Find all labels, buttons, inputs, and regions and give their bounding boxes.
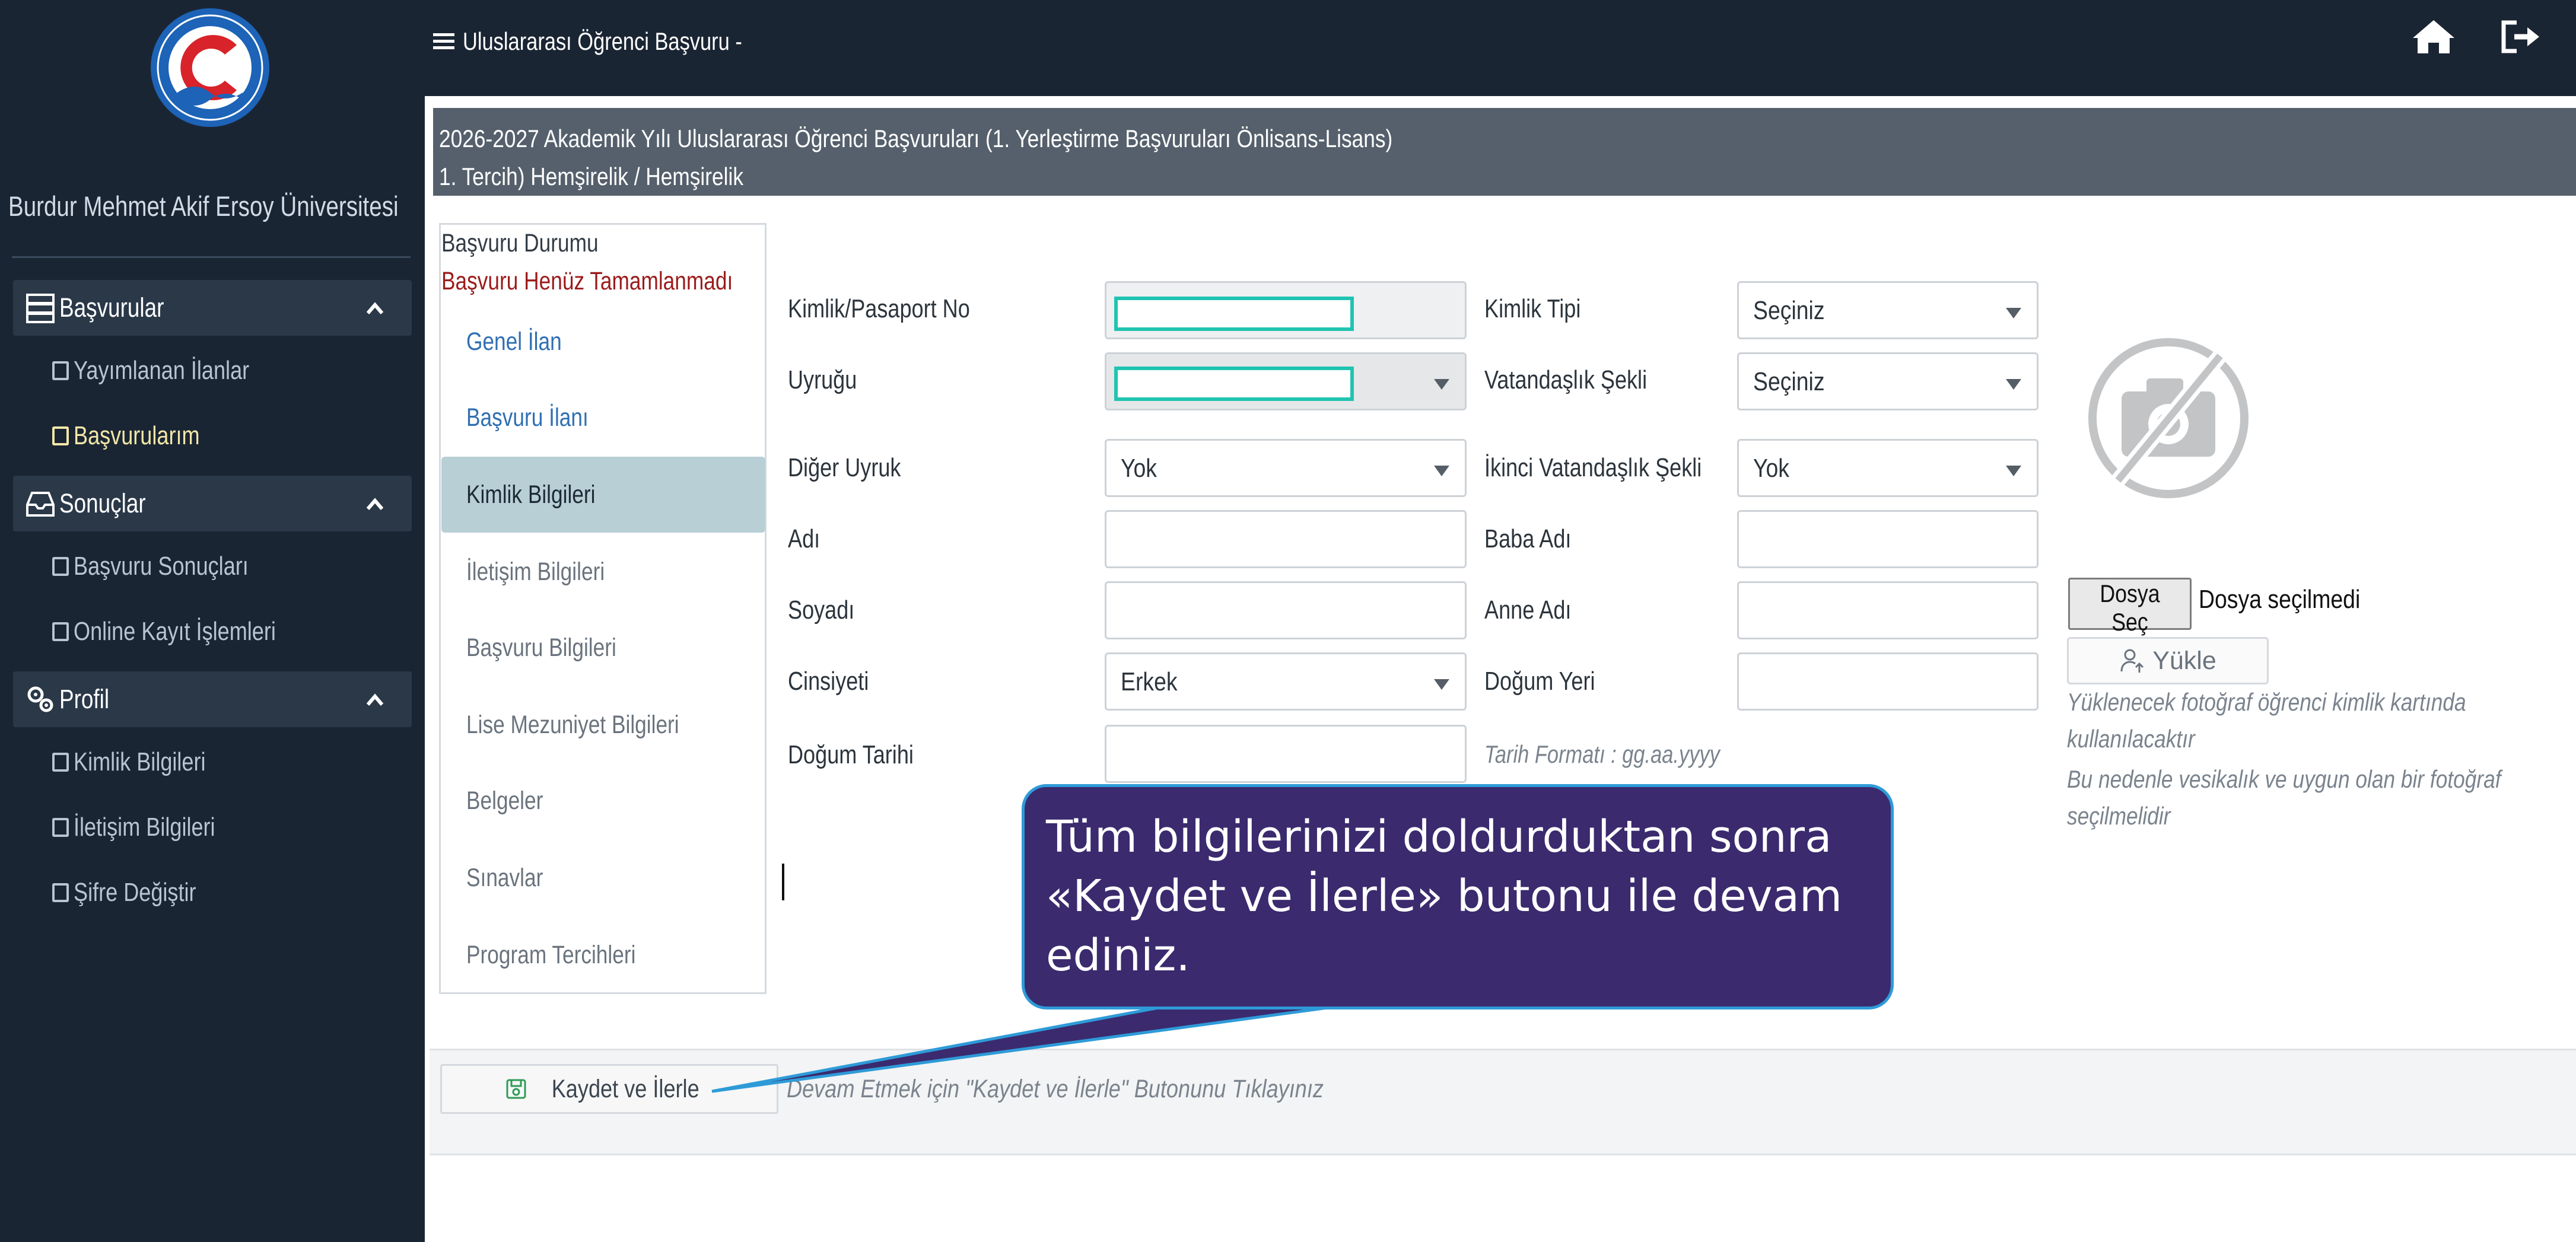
file-status: Dosya seçilmedi: [2199, 585, 2361, 614]
vatandaslik-sekli-select[interactable]: Seçiniz: [1737, 352, 2038, 410]
adi-input[interactable]: [1105, 510, 1467, 568]
menu-group-profil[interactable]: Profil: [13, 671, 412, 727]
dogum-tarihi-label: Doğum Tarihi: [788, 740, 914, 769]
step-belgeler[interactable]: Belgeler: [466, 786, 543, 816]
square-icon: [52, 883, 69, 902]
chevron-down-icon: [2006, 308, 2021, 319]
callout-line: ediniz.: [1046, 930, 1190, 981]
university-logo: [151, 8, 269, 127]
diger-uyruk-label: Diğer Uyruk: [788, 453, 901, 482]
home-icon[interactable]: [2410, 18, 2457, 56]
sidebar-item-iletisim-bilgileri[interactable]: İletişim Bilgileri: [52, 813, 246, 842]
dogum-yeri-label: Doğum Yeri: [1484, 667, 1595, 696]
chevron-down-icon: [1434, 466, 1449, 476]
sidebar-item-yayimlanan-ilanlar[interactable]: Yayımlanan İlanlar: [52, 356, 288, 386]
soyadi-label: Soyadı: [788, 595, 855, 625]
save-hint: Devam Etmek için "Kaydet ve İlerle" Buto…: [787, 1075, 1324, 1103]
kimlik-tipi-label: Kimlik Tipi: [1484, 294, 1581, 323]
square-icon: [52, 753, 69, 772]
ikinci-vatandaslik-label: İkinci Vatandaşlık Şekli: [1484, 453, 1702, 482]
chevron-down-icon: [2006, 379, 2021, 390]
date-format-hint: Tarih Formatı : gg.aa.yyyy: [1484, 740, 1720, 768]
photo-note-line: Bu nedenle vesikalık ve uygun olan bir f…: [2067, 765, 2501, 793]
step-basvuru-ilani[interactable]: Başvuru İlanı: [466, 403, 589, 432]
page-header: 2026-2027 Akademik Yılı Uluslararası Öğr…: [433, 108, 2576, 196]
menu-group-basvurular[interactable]: Başvurular: [13, 280, 412, 336]
chevron-up-icon: [366, 498, 384, 510]
step-genel-ilan[interactable]: Genel İlan: [466, 327, 562, 356]
soyadi-input[interactable]: [1105, 581, 1467, 639]
callout-line: Tüm bilgilerinizi doldurduktan sonra: [1046, 811, 1832, 862]
photo-note-line: Yüklenecek fotoğraf öğrenci kimlik kartı…: [2067, 688, 2466, 716]
sidebar: Burdur Mehmet Akif Ersoy Üniversitesi Ba…: [0, 0, 425, 1242]
sidebar-item-online-kayit[interactable]: Online Kayıt İşlemleri: [52, 617, 320, 647]
text-cursor: [782, 864, 784, 900]
page-subtitle: 1. Tercih) Hemşirelik / Hemşirelik: [439, 163, 743, 190]
step-kimlik-bilgileri[interactable]: Kimlik Bilgileri: [466, 480, 595, 509]
status-badge: Başvuru Henüz Tamamlanmadı: [441, 267, 733, 295]
step-iletisim-bilgileri[interactable]: İletişim Bilgileri: [466, 558, 605, 587]
chevron-down-icon: [1434, 379, 1449, 390]
anne-adi-input[interactable]: [1737, 581, 2038, 639]
kimlik-tipi-select[interactable]: Seçiniz: [1737, 281, 2038, 339]
chevron-down-icon: [1434, 679, 1449, 690]
logout-icon[interactable]: [2499, 18, 2543, 56]
kimlik-no-highlight: [1114, 297, 1354, 331]
applications-icon: [26, 294, 55, 323]
chevron-down-icon: [2006, 466, 2021, 476]
instruction-callout: Tüm bilgilerinizi doldurduktan sonra «Ka…: [1022, 784, 1894, 1009]
menu-icon[interactable]: [432, 30, 456, 53]
kimlik-no-label: Kimlik/Pasaport No: [788, 294, 970, 323]
menu-group-label: Sonuçlar: [59, 488, 146, 518]
step-lise-mezuniyet[interactable]: Lise Mezuniyet Bilgileri: [466, 711, 679, 740]
no-camera-icon: [2088, 338, 2249, 498]
sidebar-item-basvurularim[interactable]: Başvurularım: [52, 421, 227, 451]
upload-button[interactable]: Yükle: [2067, 637, 2269, 684]
gears-icon: [27, 686, 53, 712]
square-icon: [52, 622, 69, 641]
sidebar-item-sifre-degistir[interactable]: Şifre Değiştir: [52, 878, 223, 907]
baba-adi-input[interactable]: [1737, 510, 2038, 568]
step-program-tercihleri[interactable]: Program Tercihleri: [466, 941, 635, 970]
chevron-up-icon: [366, 302, 384, 314]
adi-label: Adı: [788, 524, 820, 553]
dogum-tarihi-input[interactable]: [1105, 725, 1467, 783]
photo-note-line: seçilmelidir: [2067, 802, 2171, 830]
square-icon: [52, 818, 69, 837]
ikinci-vatandaslik-select[interactable]: Yok: [1737, 439, 2038, 497]
cinsiyeti-select[interactable]: Erkek: [1105, 652, 1467, 711]
university-name: Burdur Mehmet Akif Ersoy Üniversitesi: [8, 190, 399, 222]
sidebar-item-basvuru-sonuclari[interactable]: Başvuru Sonuçları: [52, 552, 287, 581]
step-sinavlar[interactable]: Sınavlar: [466, 864, 543, 893]
baba-adi-label: Baba Adı: [1484, 524, 1572, 553]
square-icon: [52, 361, 69, 380]
page-title: 2026-2027 Akademik Yılı Uluslararası Öğr…: [439, 125, 1393, 152]
menu-group-label: Başvurular: [59, 292, 164, 323]
diger-uyruk-select[interactable]: Yok: [1105, 439, 1467, 497]
square-icon: [52, 557, 69, 576]
anne-adi-label: Anne Adı: [1484, 595, 1572, 625]
square-icon: [52, 426, 69, 445]
vatandaslik-sekli-label: Vatandaşlık Şekli: [1484, 365, 1648, 394]
menu-group-label: Profil: [59, 684, 110, 714]
inbox-icon: [26, 492, 55, 517]
photo-note-line: kullanılacaktır: [2067, 725, 2195, 753]
top-bar: Uluslararası Öğrenci Başvuru -: [425, 0, 2576, 96]
dogum-yeri-input[interactable]: [1737, 652, 2038, 711]
cinsiyeti-label: Cinsiyeti: [788, 667, 869, 696]
uyrugu-highlight: [1114, 367, 1354, 401]
sidebar-item-kimlik-bilgileri[interactable]: Kimlik Bilgileri: [52, 747, 234, 777]
app-title: Uluslararası Öğrenci Başvuru -: [463, 27, 742, 55]
callout-line: «Kaydet ve İlerle» butonu ile devam: [1046, 871, 1843, 922]
menu-group-sonuclar[interactable]: Sonuçlar: [13, 476, 412, 531]
save-and-continue-button[interactable]: Kaydet ve İlerle: [440, 1064, 778, 1114]
status-label: Başvuru Durumu: [441, 229, 599, 257]
save-icon: [506, 1079, 526, 1099]
sidebar-divider: [12, 256, 411, 258]
choose-file-button[interactable]: Dosya Seç: [2068, 578, 2192, 636]
user-upload-icon: [2120, 649, 2144, 673]
step-basvuru-bilgileri[interactable]: Başvuru Bilgileri: [466, 633, 616, 663]
chevron-up-icon: [366, 693, 384, 706]
uyrugu-label: Uyruğu: [788, 365, 857, 394]
